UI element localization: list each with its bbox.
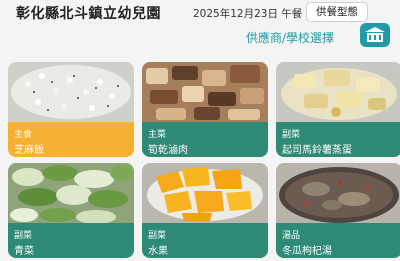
- dish-name: 冬瓜枸杞湯: [282, 246, 332, 257]
- dish-label: 副菜 青菜: [8, 223, 134, 258]
- dish-category: 主菜: [148, 130, 167, 140]
- cheese-potato-egg-photo: [276, 62, 400, 122]
- dish-card-greens[interactable]: 副菜 青菜: [8, 163, 134, 258]
- school-name: 彰化縣北斗鎮立幼兒園: [16, 6, 161, 22]
- school-icon-button[interactable]: [360, 23, 390, 47]
- sesame-rice-photo: [8, 62, 134, 122]
- dish-card-cheese-potato-egg[interactable]: 副菜 起司馬鈴薯蒸蛋: [276, 62, 400, 157]
- braised-pork-photo: [142, 62, 268, 122]
- dish-category: 湯品: [282, 231, 301, 241]
- dish-card-soup[interactable]: 湯品 冬瓜枸杞湯: [276, 163, 400, 258]
- school-icon: [365, 27, 385, 42]
- dish-category: 副菜: [282, 130, 301, 140]
- dish-card-rice[interactable]: 主食 芝麻飯: [8, 62, 134, 157]
- greens-photo: [8, 163, 134, 223]
- dish-name: 筍乾滷肉: [148, 145, 188, 156]
- header: 彰化縣北斗鎮立幼兒園 2025年12月23日 午餐 供餐型態 供應商/學校選擇: [0, 0, 400, 56]
- dish-label: 主食 芝麻飯: [8, 122, 134, 157]
- dish-label: 副菜 水果: [142, 223, 268, 258]
- dish-name: 起司馬鈴薯蒸蛋: [282, 145, 352, 156]
- dish-label: 主菜 筍乾滷肉: [142, 122, 268, 157]
- dish-category: 副菜: [148, 231, 167, 241]
- dish-name: 水果: [148, 246, 168, 257]
- wintermelon-soup-photo: [276, 163, 400, 223]
- date-meal: 2025年12月23日 午餐: [193, 8, 303, 20]
- dish-category: 主食: [14, 130, 33, 140]
- supplier-school-link[interactable]: 供應商/學校選擇: [246, 29, 334, 46]
- dish-label: 副菜 起司馬鈴薯蒸蛋: [276, 122, 400, 157]
- dish-label: 湯品 冬瓜枸杞湯: [276, 223, 400, 258]
- dish-card-braised-pork[interactable]: 主菜 筍乾滷肉: [142, 62, 268, 157]
- dish-category: 副菜: [14, 231, 33, 241]
- dish-name: 青菜: [14, 246, 34, 257]
- meal-type-button[interactable]: 供餐型態: [306, 2, 368, 22]
- fruit-photo: [142, 163, 268, 223]
- dish-name: 芝麻飯: [14, 145, 44, 156]
- dish-card-fruit[interactable]: 副菜 水果: [142, 163, 268, 258]
